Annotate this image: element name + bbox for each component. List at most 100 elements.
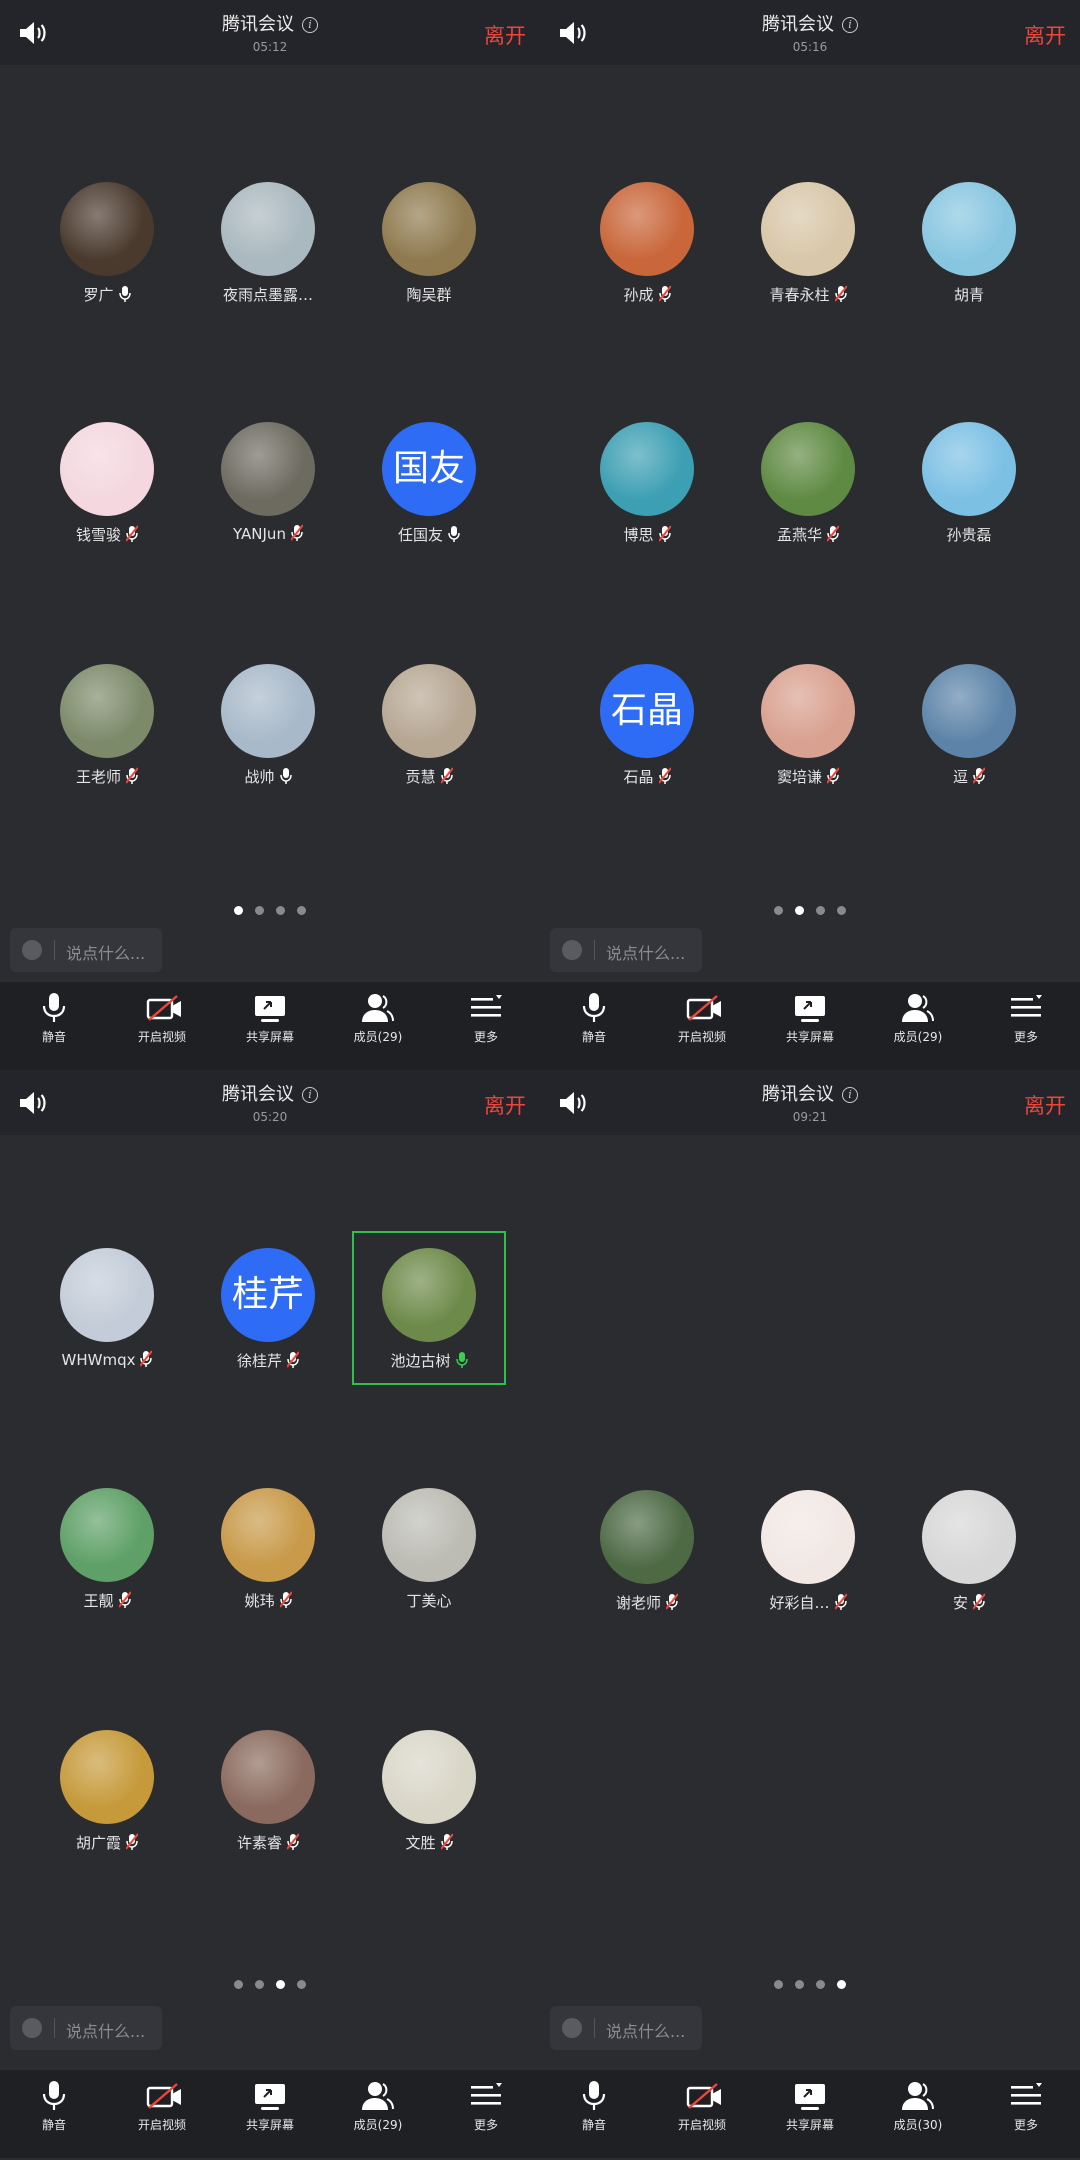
page-dot[interactable] bbox=[276, 1980, 285, 1989]
toolbar-button-more[interactable]: 更多 bbox=[432, 2080, 540, 2133]
page-dot[interactable] bbox=[255, 1980, 264, 1989]
page-dot[interactable] bbox=[774, 1980, 783, 1989]
participant-tile[interactable]: 谢老师 bbox=[567, 1490, 727, 1613]
toolbar-button-video-off[interactable]: 开启视频 bbox=[648, 2080, 756, 2133]
participant-tile[interactable]: YANJun bbox=[188, 422, 348, 543]
participant-tile[interactable]: 许素睿 bbox=[188, 1730, 348, 1853]
page-dot[interactable] bbox=[816, 906, 825, 915]
participant-tile[interactable]: 逗 bbox=[889, 664, 1049, 787]
leave-button[interactable]: 离开 bbox=[1024, 1090, 1066, 1120]
toolbar-label: 开启视频 bbox=[137, 2118, 186, 2132]
toolbar-button-mic[interactable]: 静音 bbox=[540, 2080, 648, 2133]
toolbar-button-members[interactable]: 成员(29) bbox=[324, 2080, 432, 2133]
participant-tile[interactable]: 胡广霞 bbox=[27, 1730, 187, 1853]
toolbar-button-share-screen[interactable]: 共享屏幕 bbox=[216, 992, 324, 1045]
mic-muted-icon bbox=[125, 525, 139, 543]
participant-name: 青春永柱 bbox=[769, 286, 830, 304]
toolbar-button-video-off[interactable]: 开启视频 bbox=[108, 2080, 216, 2133]
emoji-icon[interactable] bbox=[22, 940, 42, 960]
participant-tile[interactable]: 桂芹 徐桂芹 bbox=[188, 1248, 348, 1371]
chat-input[interactable]: 说点什么... bbox=[550, 928, 702, 972]
chat-input[interactable]: 说点什么... bbox=[10, 2006, 162, 2050]
mic-muted-icon bbox=[826, 767, 840, 785]
meeting-title-line: 腾讯会议 i bbox=[0, 1080, 540, 1106]
toolbar-button-video-off[interactable]: 开启视频 bbox=[648, 992, 756, 1045]
chat-input[interactable]: 说点什么... bbox=[550, 2006, 702, 2050]
toolbar-button-members[interactable]: 成员(29) bbox=[864, 992, 972, 1045]
page-dot[interactable] bbox=[795, 906, 804, 915]
emoji-icon[interactable] bbox=[562, 940, 582, 960]
toolbar-button-share-screen[interactable]: 共享屏幕 bbox=[756, 992, 864, 1045]
participant-tile[interactable]: 姚玮 bbox=[188, 1488, 348, 1611]
participant-tile[interactable]: 博思 bbox=[567, 422, 727, 545]
participant-tile[interactable]: 孟燕华 bbox=[728, 422, 888, 545]
page-dot[interactable] bbox=[795, 1980, 804, 1989]
toolbar-button-mic[interactable]: 静音 bbox=[0, 992, 108, 1045]
mic-muted-icon bbox=[972, 1593, 986, 1611]
avatar bbox=[382, 1488, 476, 1582]
page-dot[interactable] bbox=[837, 906, 846, 915]
share-screen-icon bbox=[793, 2080, 827, 2112]
info-icon[interactable]: i bbox=[302, 17, 318, 33]
toolbar-button-more[interactable]: 更多 bbox=[972, 2080, 1080, 2133]
avatar bbox=[922, 182, 1016, 276]
page-dot[interactable] bbox=[297, 1980, 306, 1989]
participant-name: 战帅 bbox=[244, 768, 275, 786]
info-icon[interactable]: i bbox=[302, 1087, 318, 1103]
chat-input[interactable]: 说点什么... bbox=[10, 928, 162, 972]
participant-tile[interactable]: 王靓 bbox=[27, 1488, 187, 1611]
toolbar-button-share-screen[interactable]: 共享屏幕 bbox=[216, 2080, 324, 2133]
participant-tile[interactable]: 青春永柱 bbox=[728, 182, 888, 305]
toolbar-button-members[interactable]: 成员(29) bbox=[324, 992, 432, 1045]
leave-button[interactable]: 离开 bbox=[484, 1090, 526, 1120]
participant-tile[interactable]: 王老师 bbox=[27, 664, 187, 787]
leave-button[interactable]: 离开 bbox=[1024, 20, 1066, 50]
participant-tile[interactable]: 战帅 bbox=[188, 664, 348, 787]
page-dot[interactable] bbox=[255, 906, 264, 915]
mic-muted-icon bbox=[125, 1833, 139, 1851]
avatar bbox=[221, 422, 315, 516]
video-off-icon bbox=[685, 2080, 721, 2112]
participant-tile[interactable]: 贡慧 bbox=[349, 664, 509, 787]
share-screen-icon bbox=[253, 2080, 287, 2112]
participant-tile[interactable]: 夜雨点墨露… bbox=[188, 182, 348, 305]
page-dot[interactable] bbox=[234, 906, 243, 915]
toolbar-button-members[interactable]: 成员(30) bbox=[864, 2080, 972, 2133]
participant-tile[interactable]: 丁美心 bbox=[349, 1488, 509, 1611]
active-speaker-highlight bbox=[352, 1231, 506, 1385]
participant-tile[interactable]: 钱雪骏 bbox=[27, 422, 187, 545]
page-dot[interactable] bbox=[774, 906, 783, 915]
participant-tile[interactable]: WHWmqx bbox=[27, 1248, 187, 1369]
participant-tile[interactable]: 安 bbox=[889, 1490, 1049, 1613]
toolbar-button-mic[interactable]: 静音 bbox=[0, 2080, 108, 2133]
page-dot[interactable] bbox=[234, 1980, 243, 1989]
page-dot[interactable] bbox=[297, 906, 306, 915]
participant-name-row: 任国友 bbox=[349, 524, 509, 545]
toolbar-button-more[interactable]: 更多 bbox=[972, 992, 1080, 1045]
participant-tile[interactable]: 孙成 bbox=[567, 182, 727, 305]
emoji-icon[interactable] bbox=[562, 2018, 582, 2038]
leave-button[interactable]: 离开 bbox=[484, 20, 526, 50]
toolbar-button-video-off[interactable]: 开启视频 bbox=[108, 992, 216, 1045]
participant-tile[interactable]: 罗广 bbox=[27, 182, 187, 305]
info-icon[interactable]: i bbox=[842, 17, 858, 33]
participant-tile[interactable]: 石晶 石晶 bbox=[567, 664, 727, 787]
page-dot[interactable] bbox=[276, 906, 285, 915]
meeting-title-line: 腾讯会议 i bbox=[0, 10, 540, 36]
emoji-icon[interactable] bbox=[22, 2018, 42, 2038]
toolbar-button-mic[interactable]: 静音 bbox=[540, 992, 648, 1045]
participant-tile[interactable]: 好彩自… bbox=[728, 1490, 888, 1613]
divider bbox=[594, 2018, 595, 2038]
toolbar-button-share-screen[interactable]: 共享屏幕 bbox=[756, 2080, 864, 2133]
participant-tile[interactable]: 文胜 bbox=[349, 1730, 509, 1853]
info-icon[interactable]: i bbox=[842, 1087, 858, 1103]
participant-tile[interactable]: 陶吴群 bbox=[349, 182, 509, 305]
participant-tile[interactable]: 国友 任国友 bbox=[349, 422, 509, 545]
page-dot[interactable] bbox=[837, 1980, 846, 1989]
avatar bbox=[600, 422, 694, 516]
page-dot[interactable] bbox=[816, 1980, 825, 1989]
participant-tile[interactable]: 胡青 bbox=[889, 182, 1049, 305]
participant-tile[interactable]: 孙贵磊 bbox=[889, 422, 1049, 545]
participant-tile[interactable]: 窦培谦 bbox=[728, 664, 888, 787]
toolbar-button-more[interactable]: 更多 bbox=[432, 992, 540, 1045]
